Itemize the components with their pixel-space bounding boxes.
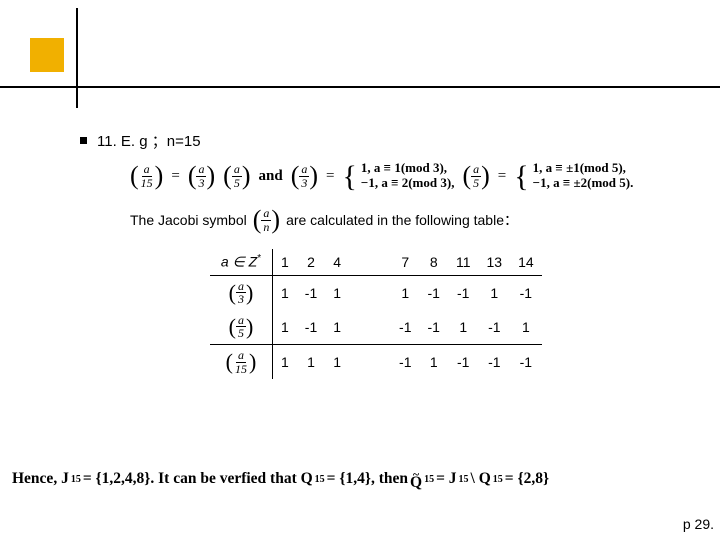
col-1: 1 <box>273 249 297 275</box>
hence-line: Hence, J15 = {1,2,4,8}. It can be verfie… <box>12 470 712 488</box>
col-13: 13 <box>479 249 511 275</box>
bullet-title: 11. E. g ；n=15 <box>97 130 201 151</box>
and-text: and <box>259 168 283 185</box>
h-line <box>0 86 720 88</box>
case5-b: −1, a ≡ ±2(mod 5). <box>533 176 634 191</box>
col-4: 4 <box>325 249 349 275</box>
table-row: (a3) 1-111-1-11-1 <box>210 275 542 310</box>
bullet-icon <box>80 137 87 144</box>
case3-b: −1, a ≡ 2(mod 3), <box>361 176 455 191</box>
hdr-a-in: a ∈ <box>221 254 245 270</box>
corner-decoration <box>30 38 120 98</box>
jacobi-post: are calculated in the following table： <box>286 210 518 230</box>
jacobi-line: The Jacobi symbol (an) are calculated in… <box>130 205 710 235</box>
page-footer: p 29. <box>683 516 714 532</box>
case5-a: 1, a ≡ ±1(mod 5), <box>533 161 634 176</box>
table-row: (a5) 1-11-1-11-11 <box>210 310 542 345</box>
table-row: (a15) 111-11-1-1-1 <box>210 345 542 380</box>
v-line <box>76 8 78 108</box>
jacobi-table: a ∈ Z* 1 2 4 7 8 11 13 14 (a3) 1-111-1-1… <box>210 249 710 379</box>
yellow-square <box>30 38 64 72</box>
col-8: 8 <box>420 249 448 275</box>
col-11: 11 <box>448 249 479 275</box>
bullet-line: 11. E. g ；n=15 <box>80 130 710 151</box>
hdr-z: Z <box>249 254 258 270</box>
table-header: a ∈ Z* 1 2 4 7 8 11 13 14 <box>210 249 542 275</box>
case3-a: 1, a ≡ 1(mod 3), <box>361 161 455 176</box>
col-2: 2 <box>297 249 325 275</box>
formula-line: (a15) = (a3) (a5) and (a3) = { 1, a ≡ 1(… <box>130 161 710 191</box>
col-14: 14 <box>510 249 542 275</box>
col-7: 7 <box>391 249 419 275</box>
jacobi-pre: The Jacobi symbol <box>130 212 247 228</box>
